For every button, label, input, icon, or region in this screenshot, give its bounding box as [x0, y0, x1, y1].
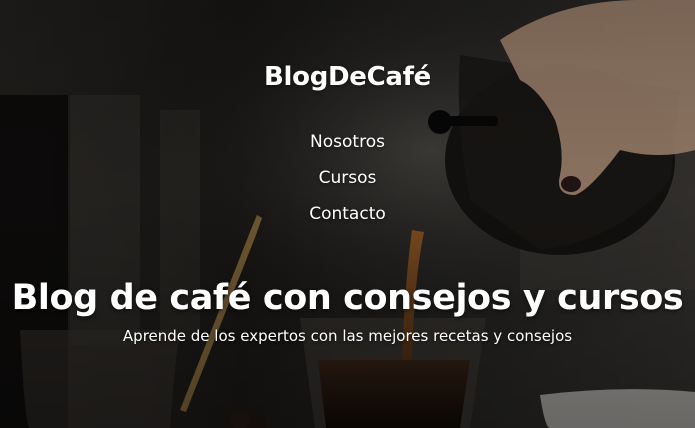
nav-link-contacto[interactable]: Contacto [309, 196, 386, 232]
hero-text: Blog de café con consejos y cursos Apren… [0, 278, 695, 345]
hero-section: BlogDeCafé Nosotros Cursos Contacto Blog… [0, 0, 695, 428]
nav-link-cursos[interactable]: Cursos [319, 160, 377, 196]
hero-subtitle: Aprende de los expertos con las mejores … [122, 327, 573, 345]
main-navigation: Nosotros Cursos Contacto [0, 124, 695, 232]
hero-title: Blog de café con consejos y cursos [11, 278, 684, 318]
site-logo[interactable]: BlogDeCafé [0, 62, 695, 92]
nav-link-nosotros[interactable]: Nosotros [310, 124, 385, 160]
